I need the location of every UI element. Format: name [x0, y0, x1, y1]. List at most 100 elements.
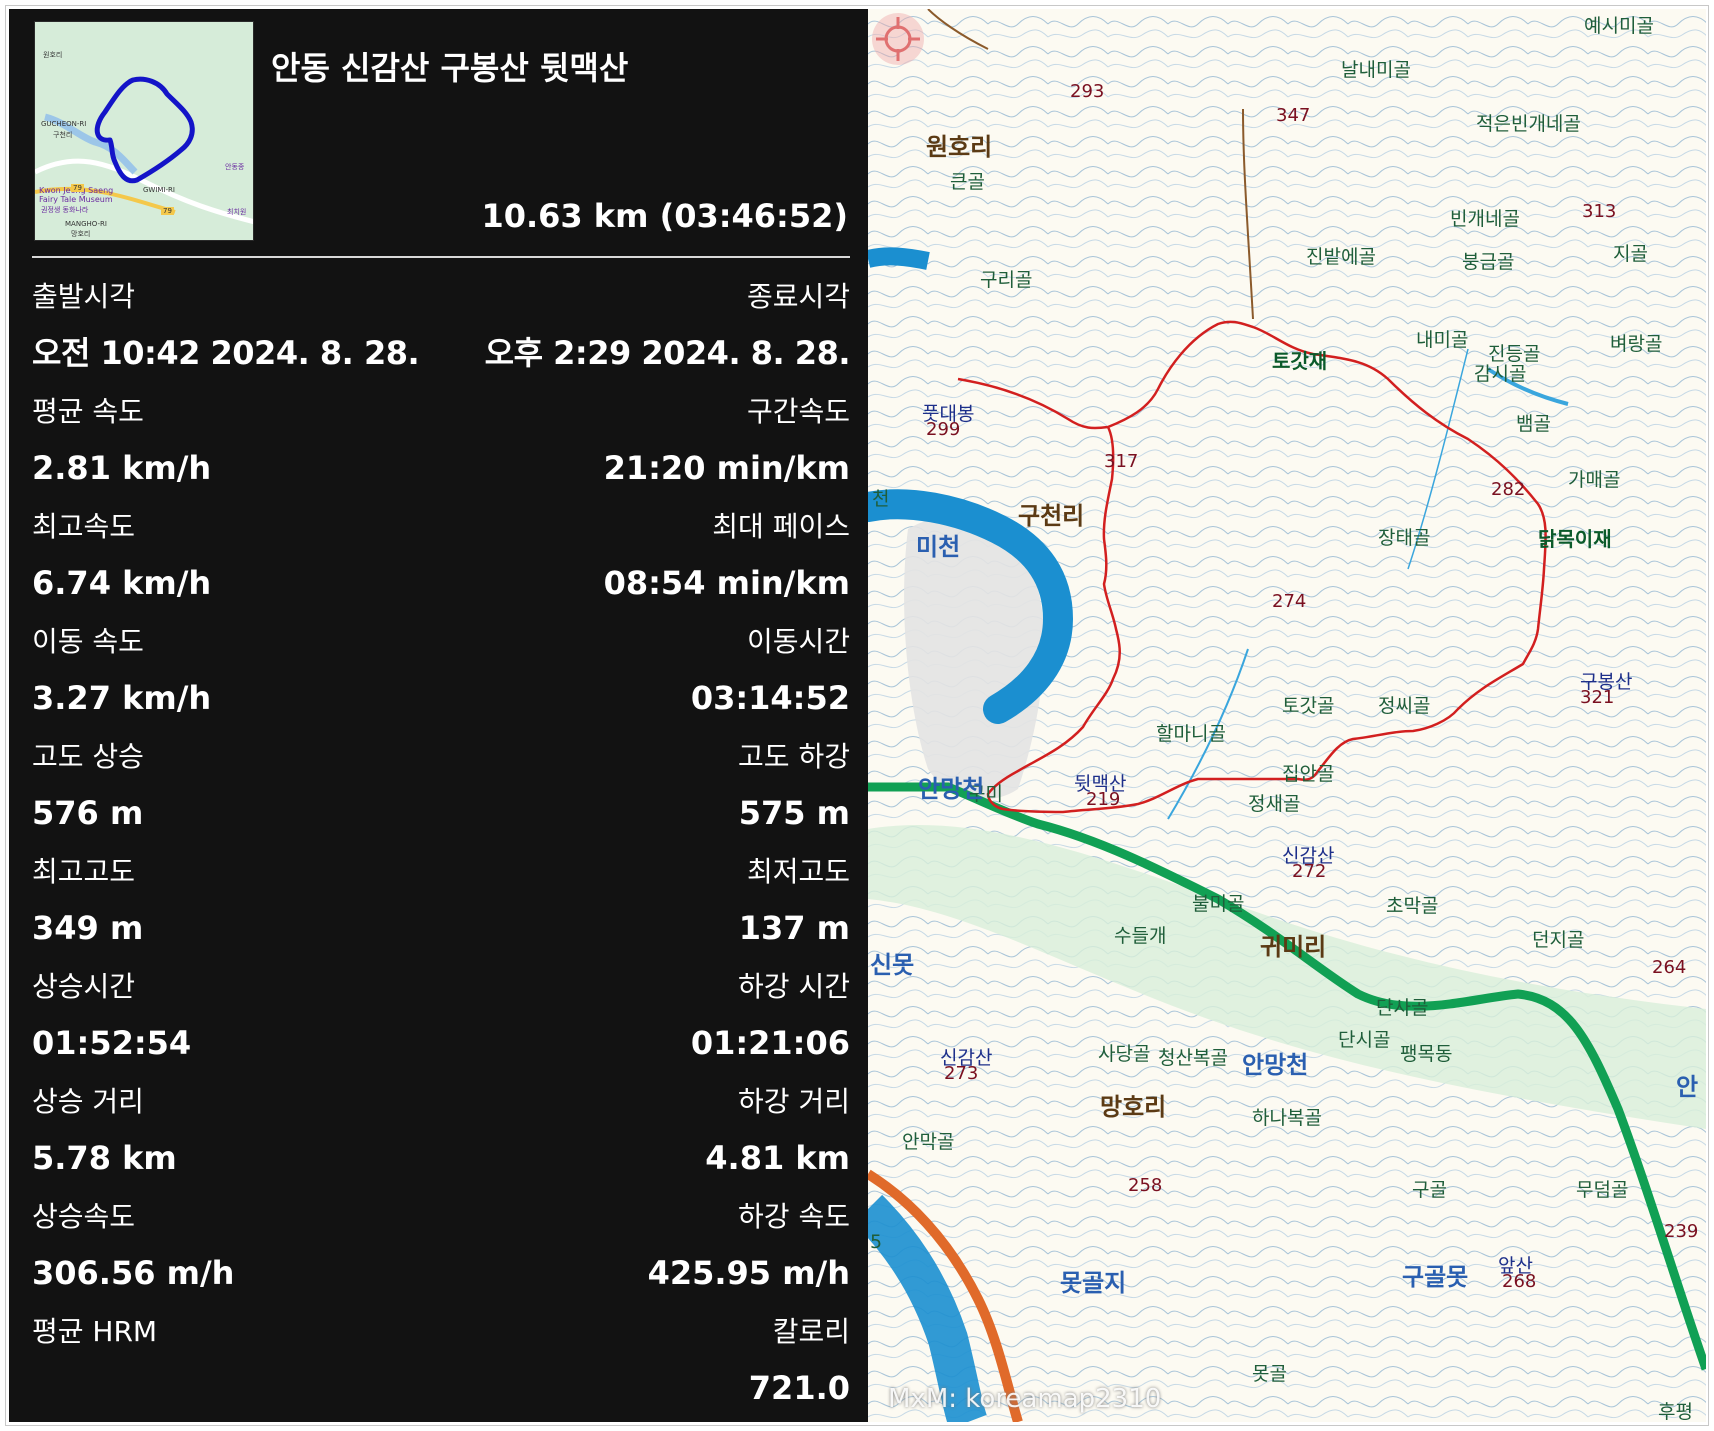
- map-label-valley: 집안골: [1282, 763, 1335, 785]
- ascent-distance-value: 5.78 km: [32, 1139, 177, 1177]
- max-altitude-value: 349 m: [32, 909, 144, 947]
- map-label-valley: 정씨골: [1378, 695, 1431, 717]
- map-label-valley: 던지골: [1532, 929, 1585, 951]
- map-label-peak: 구봉산: [1580, 671, 1633, 693]
- crosshair-icon[interactable]: [868, 9, 928, 69]
- map-label-valley: 안막골: [902, 1131, 955, 1153]
- map-label-valley: 사당골: [1098, 1043, 1151, 1065]
- thumb-label-gwimiri-en: GWIMI-RI: [143, 186, 175, 194]
- elevation-gain-value: 576 m: [32, 794, 144, 832]
- min-altitude-label: 최저고도: [746, 855, 850, 888]
- stat-row-speed: 평균 속도 2.81 km/h 구간속도 21:20 min/km: [9, 392, 868, 507]
- descent-time-label: 하강 시간: [738, 970, 850, 1003]
- map-label-village: 귀미리: [1260, 933, 1327, 961]
- avg-hrm-label: 평균 HRM: [32, 1315, 158, 1348]
- elevation-gain-label: 고도 상승: [32, 740, 144, 773]
- map-label-valley: 적은빈개네골: [1476, 113, 1581, 135]
- map-label-valley: 단사골: [1376, 997, 1429, 1019]
- thumb-label-museum-kr: 권정생 동화나라: [41, 206, 89, 214]
- stat-row-climb-time: 상승시간 01:52:54 하강 시간 01:21:06: [9, 967, 868, 1082]
- divider: [32, 256, 850, 258]
- map-label-valley: 못골: [1252, 1363, 1287, 1385]
- map-label-valley: 장태골: [1378, 527, 1431, 549]
- screenshot-frame: 원호리 GUCHEON-RI 구천리 GWIMI-RI Kwon Jeong S…: [5, 5, 1709, 1426]
- map-label-elevation: 293: [1070, 81, 1105, 102]
- avg-speed-value: 2.81 km/h: [32, 449, 212, 487]
- thumb-label-andong: 안동종: [225, 163, 245, 171]
- stat-row-time: 출발시각오전 10:42 2024. 8. 28. 종료시각오후 2:29 20…: [9, 277, 868, 392]
- map-label-valley: 붕금골: [1462, 251, 1515, 273]
- trip-title: 안동 신감산 구봉산 뒷맥산: [271, 49, 629, 87]
- thumb-label-mangho-en: MANGHO-RI: [65, 220, 107, 228]
- map-label-water: 안: [1676, 1073, 1699, 1101]
- map-label-valley: 지골: [1613, 243, 1648, 265]
- max-altitude-label: 최고고도: [32, 855, 136, 888]
- map-label-valley: 진밭에골: [1306, 246, 1376, 268]
- map-label-valley: 불미골: [1192, 893, 1245, 915]
- map-label-water: 미천: [916, 533, 961, 561]
- map-label-valley: 큰골: [950, 171, 985, 193]
- ascent-speed-label: 상승속도: [32, 1200, 136, 1233]
- ascent-time-value: 01:52:54: [32, 1024, 192, 1062]
- map-label-valley: 뱀골: [1516, 413, 1551, 435]
- min-altitude-value: 137 m: [738, 909, 850, 947]
- segment-pace-label: 구간속도: [746, 395, 850, 428]
- topographic-map[interactable]: 원호리 구천리 귀미리 망호리 큰골 구리골 날내미골 적은빈개네골 빈개네골 …: [868, 9, 1706, 1422]
- map-label-valley: 팽목동: [1400, 1043, 1453, 1065]
- thumb-route-79-a: 79: [71, 184, 84, 192]
- map-label-valley: 초막골: [1386, 895, 1439, 917]
- calories-value: 721.0: [748, 1369, 850, 1407]
- map-label-fragment: 천: [872, 488, 890, 510]
- thumb-label-mangho: 망호리: [71, 230, 91, 238]
- end-time-value: 오후 2:29 2024. 8. 28.: [484, 334, 851, 372]
- track-stats-panel: 원호리 GUCHEON-RI 구천리 GWIMI-RI Kwon Jeong S…: [9, 9, 868, 1422]
- map-label-valley: 구골: [1412, 1179, 1447, 1201]
- map-label-valley: 가매골: [1568, 469, 1621, 491]
- map-label-elevation: 313: [1582, 201, 1617, 222]
- map-label-valley: 후평: [1658, 1401, 1693, 1422]
- map-label-elevation: 274: [1272, 591, 1307, 612]
- map-label-pass: 토갓재: [1272, 349, 1328, 373]
- map-label-valley: 날내미골: [1341, 59, 1411, 81]
- moving-time-label: 이동시간: [746, 625, 850, 658]
- trip-distance-duration: 10.63 km (03:46:52): [481, 197, 848, 235]
- max-pace-label: 최대 페이스: [712, 510, 850, 543]
- map-label-fragment: 5: [870, 1231, 883, 1253]
- max-speed-label: 최고속도: [32, 510, 136, 543]
- map-label-valley: 감시골: [1474, 363, 1527, 385]
- map-label-peak: 신감산: [1282, 845, 1335, 867]
- stat-row-altitude: 최고고도 349 m 최저고도 137 m: [9, 852, 868, 967]
- start-time-value: 오전 10:42 2024. 8. 28.: [32, 334, 420, 372]
- map-label-elevation: 258: [1128, 1175, 1163, 1196]
- stat-row-climb-speed: 상승속도 306.56 m/h 하강 속도 425.95 m/h: [9, 1197, 868, 1312]
- map-label-village: 구천리: [1018, 502, 1085, 530]
- elevation-loss-label: 고도 하강: [738, 740, 850, 773]
- end-time-label: 종료시각: [746, 280, 850, 313]
- route-thumbnail[interactable]: 원호리 GUCHEON-RI 구천리 GWIMI-RI Kwon Jeong S…: [34, 21, 254, 241]
- ascent-speed-value: 306.56 m/h: [32, 1254, 235, 1292]
- thumb-route-79-b: 79: [161, 207, 174, 215]
- avg-speed-label: 평균 속도: [32, 395, 144, 428]
- map-label-peak: 앞산: [1498, 1255, 1533, 1277]
- descent-speed-label: 하강 속도: [738, 1200, 850, 1233]
- map-label-elevation: 239: [1664, 1221, 1699, 1242]
- map-watermark: MxM: koreamap2310: [888, 1384, 1162, 1414]
- map-label-valley: 청산복골: [1158, 1047, 1228, 1069]
- map-label-valley: 하나복골: [1252, 1107, 1322, 1129]
- map-label-peak: 신감산: [940, 1047, 993, 1069]
- max-speed-value: 6.74 km/h: [32, 564, 212, 602]
- map-label-valley: 정새골: [1248, 793, 1301, 815]
- map-label-valley: 예시미골: [1584, 15, 1654, 37]
- map-label-valley: 구리골: [980, 269, 1033, 291]
- map-label-peak: 뒷맥산: [1074, 773, 1127, 795]
- map-label-valley: 토갓골: [1282, 695, 1335, 717]
- moving-speed-label: 이동 속도: [32, 625, 144, 658]
- start-time-label: 출발시각: [32, 280, 136, 313]
- stat-row-moving: 이동 속도 3.27 km/h 이동시간 03:14:52: [9, 622, 868, 737]
- map-label-water: 신못: [870, 951, 915, 979]
- elevation-loss-value: 575 m: [738, 794, 850, 832]
- moving-speed-value: 3.27 km/h: [32, 679, 212, 717]
- descent-speed-value: 425.95 m/h: [647, 1254, 850, 1292]
- map-label-village: 원호리: [926, 133, 993, 161]
- thumb-label-museum-2: Fairy Tale Museum: [39, 195, 113, 204]
